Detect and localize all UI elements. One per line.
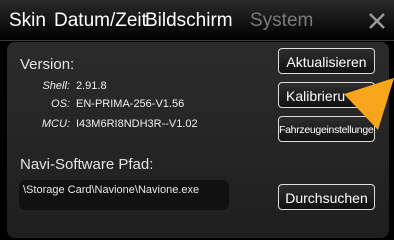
version-value: EN-PRIMA-256-V1.56 [76, 98, 185, 110]
tab-skin[interactable]: Skin [9, 9, 46, 33]
version-value: 2.91.8 [76, 80, 107, 92]
version-heading: Version: [20, 56, 75, 73]
version-key: MCU: [41, 118, 70, 130]
version-row-os: OS: EN-PRIMA-256-V1.56 [10, 98, 184, 110]
tab-system[interactable]: System [250, 9, 313, 33]
tab-bildschirm[interactable]: Bildschirm [145, 9, 233, 33]
tab-bar: Skin Datum/Zeit Bildschirm System [0, 0, 394, 41]
browse-button[interactable]: Durchsuchen [278, 184, 375, 210]
version-key: Shell: [42, 80, 70, 92]
navi-path-value: \Storage Card\Navione\Navione.exe [23, 184, 200, 196]
version-key: OS: [51, 98, 70, 110]
pointer-arrow-icon [338, 72, 394, 134]
navi-path-heading: Navi-Software Pfad: [20, 156, 154, 173]
tab-datum-zeit[interactable]: Datum/Zeit [54, 9, 147, 33]
system-settings-screen: Skin Datum/Zeit Bildschirm System Versio… [0, 0, 394, 240]
version-value: I43M6RI8NDH3R--V1.02 [76, 118, 198, 130]
version-row-shell: Shell: 2.91.8 [10, 80, 107, 92]
version-row-mcu: MCU: I43M6RI8NDH3R--V1.02 [10, 118, 198, 130]
close-icon[interactable] [364, 8, 390, 34]
update-button[interactable]: Aktualisieren [278, 48, 375, 74]
